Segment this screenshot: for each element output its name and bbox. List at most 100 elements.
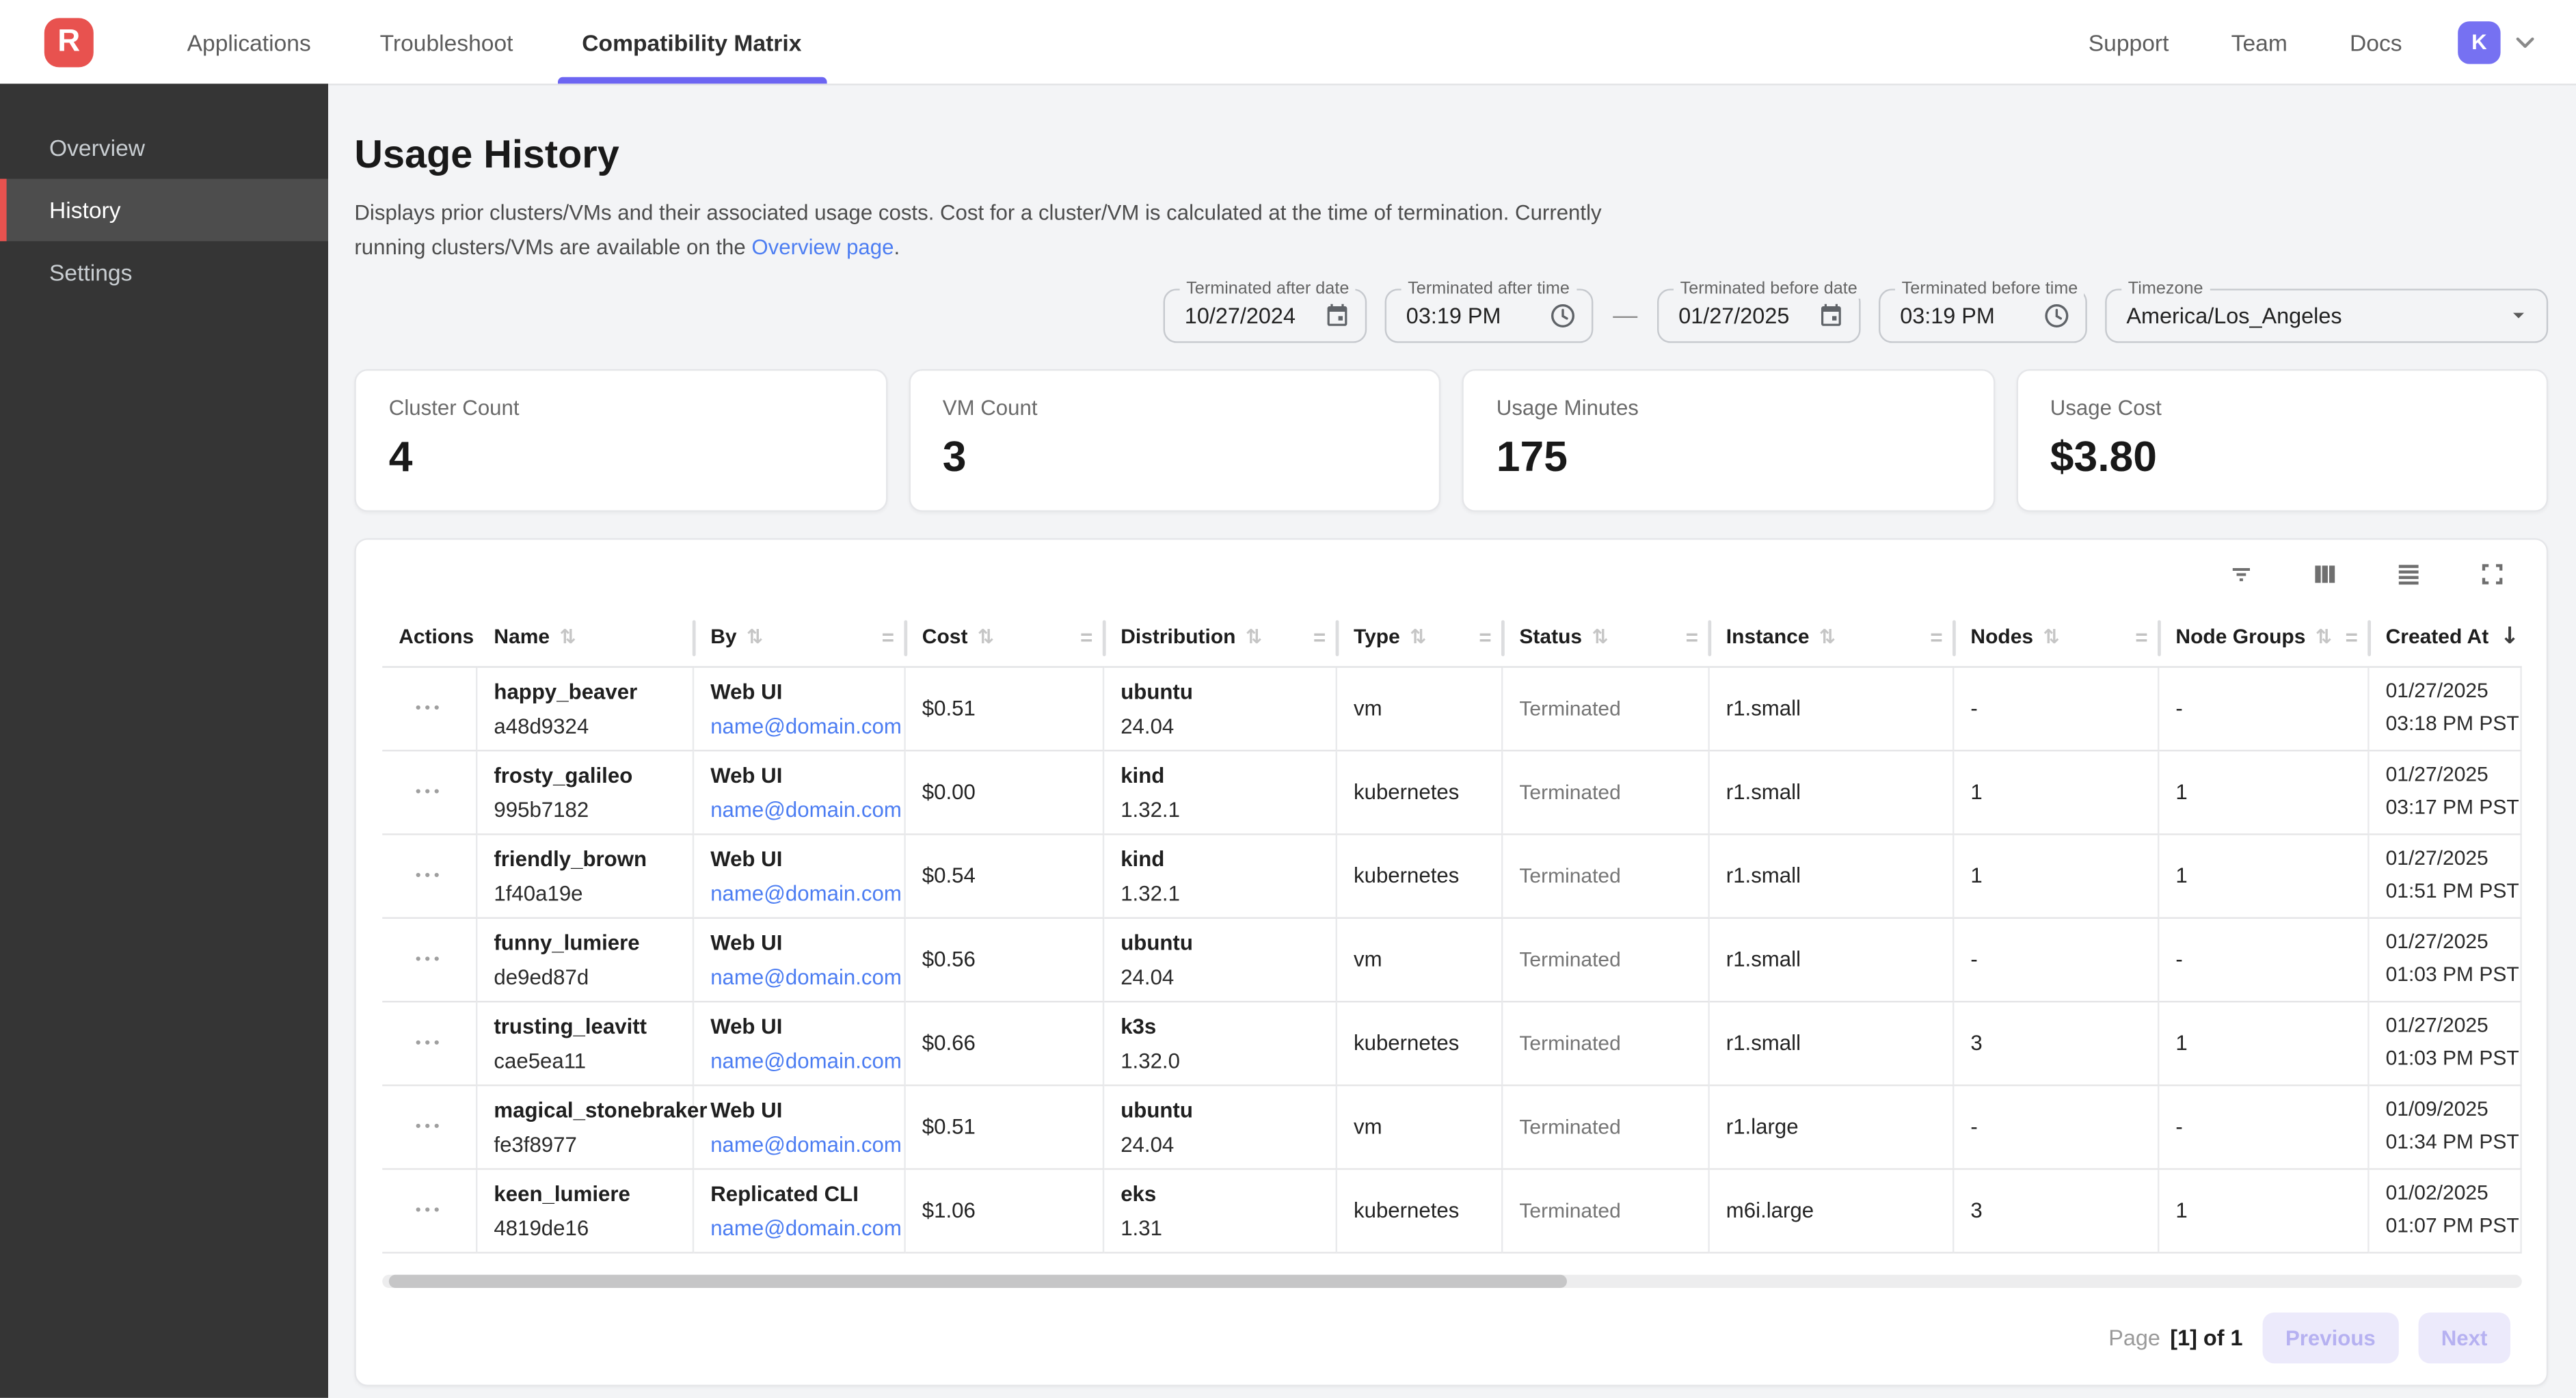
clock-icon[interactable]	[1549, 301, 1577, 330]
row-actions-button[interactable]: ●●●	[415, 1205, 443, 1215]
nav-link-team[interactable]: Team	[2231, 29, 2287, 55]
created-at-date: 01/02/2025	[2386, 1179, 2521, 1211]
created-by-email-link[interactable]: name@domain.com	[710, 796, 904, 821]
row-actions-button[interactable]: ●●●	[415, 1038, 443, 1047]
column-header-cost[interactable]: Cost⇅=	[906, 608, 1104, 667]
column-label: By	[710, 626, 736, 649]
row-actions-button[interactable]: ●●●	[415, 870, 443, 880]
row-actions-button[interactable]: ●●●	[415, 787, 443, 796]
row-actions-button[interactable]: ●●●	[415, 954, 443, 964]
cell-actions: ●●●	[382, 918, 477, 1002]
column-menu-handle-icon[interactable]: =	[1080, 624, 1092, 649]
column-header-type[interactable]: Type⇅=	[1337, 608, 1503, 667]
column-header-by[interactable]: By ⇅ =	[694, 608, 906, 667]
next-button[interactable]: Next	[2418, 1312, 2510, 1362]
dropdown-icon[interactable]	[2506, 302, 2532, 328]
column-label: Created At	[2386, 626, 2489, 649]
filter-terminated-after-date[interactable]: Terminated after date10/27/2024	[1164, 288, 1367, 342]
row-actions-button[interactable]: ●●●	[415, 1122, 443, 1131]
nav-link-support[interactable]: Support	[2089, 29, 2169, 55]
cell-nodes: -	[1954, 1086, 2159, 1169]
cell-cost: $0.00	[906, 751, 1104, 834]
table-row: ●●●frosty_galileo995b7182Web UIname@doma…	[382, 751, 2522, 834]
top-nav: R ApplicationsTroubleshootCompatibility …	[0, 0, 2576, 83]
tab-compatibility-matrix[interactable]: Compatibility Matrix	[548, 0, 836, 83]
column-header-nodes[interactable]: Nodes⇅=	[1954, 608, 2159, 667]
tab-applications[interactable]: Applications	[152, 0, 345, 83]
cluster-id: 995b7182	[494, 796, 692, 821]
sidebar-item-settings[interactable]: Settings	[0, 241, 328, 304]
created-by-email-link[interactable]: name@domain.com	[710, 1131, 904, 1156]
instance-value: r1.small	[1726, 779, 1953, 804]
chevron-down-icon[interactable]	[2510, 27, 2540, 57]
stat-label: Cluster Count	[389, 394, 853, 419]
column-menu-handle-icon[interactable]: =	[1313, 624, 1326, 649]
created-by-email-link[interactable]: name@domain.com	[710, 964, 904, 989]
sidebar-item-overview[interactable]: Overview	[0, 116, 328, 178]
clock-icon[interactable]	[2043, 301, 2071, 330]
horizontal-scrollbar-thumb[interactable]	[389, 1274, 1567, 1287]
column-menu-handle-icon[interactable]: =	[882, 624, 894, 649]
created-by-email-link[interactable]: name@domain.com	[710, 881, 904, 905]
filter-terminated-before-date[interactable]: Terminated before date01/27/2025	[1657, 288, 1861, 342]
cluster-id: cae5ea11	[494, 1048, 692, 1073]
stat-label: VM Count	[943, 394, 1406, 419]
filter-label: Terminated after date	[1180, 278, 1356, 298]
nav-link-docs[interactable]: Docs	[2350, 29, 2402, 55]
created-by-email-link[interactable]: name@domain.com	[710, 1048, 904, 1073]
fullscreen-icon[interactable]	[2478, 559, 2507, 588]
cell-instance: r1.large	[1710, 1086, 1955, 1169]
horizontal-scrollbar-track[interactable]	[382, 1274, 2522, 1287]
columns-icon[interactable]	[2310, 559, 2339, 588]
app-logo[interactable]: R	[44, 17, 94, 66]
cost-value: $0.51	[922, 1114, 1103, 1139]
column-header-node_groups[interactable]: Node Groups⇅=	[2159, 608, 2369, 667]
density-icon[interactable]	[2394, 559, 2424, 588]
column-header-status[interactable]: Status⇅=	[1503, 608, 1709, 667]
distribution-version: 1.31	[1121, 1215, 1335, 1239]
cell-created_at: 01/27/202503:17 PM PST	[2370, 751, 2522, 834]
table-row: ●●●friendly_brown1f40a19eWeb UIname@doma…	[382, 835, 2522, 918]
avatar[interactable]: K	[2458, 21, 2500, 63]
created-by-source: Web UI	[710, 679, 904, 703]
nodes-value: 1	[1970, 779, 2158, 804]
created-by-email-link[interactable]: name@domain.com	[710, 1215, 904, 1239]
node-groups-value: 1	[2175, 779, 2367, 804]
node-groups-value: -	[2175, 1114, 2367, 1139]
created-by-email-link[interactable]: name@domain.com	[710, 713, 904, 738]
overview-page-link[interactable]: Overview page	[751, 234, 894, 259]
filter-icon[interactable]	[2227, 559, 2256, 588]
column-label: Status	[1519, 626, 1582, 649]
column-header-name[interactable]: Name⇅	[477, 608, 694, 667]
cell-cost: $1.06	[906, 1169, 1104, 1252]
calendar-icon[interactable]	[1324, 302, 1350, 328]
filter-value: 10/27/2024	[1185, 303, 1296, 327]
calendar-icon[interactable]	[1818, 302, 1844, 328]
column-label: Instance	[1726, 626, 1810, 649]
cell-status: Terminated	[1503, 751, 1709, 834]
filter-terminated-after-time[interactable]: Terminated after time03:19 PM	[1385, 288, 1594, 342]
column-menu-handle-icon[interactable]: =	[1479, 624, 1491, 649]
cell-distribution: ubuntu24.04	[1104, 1086, 1337, 1169]
column-header-actions[interactable]: Actions	[382, 608, 477, 667]
nodes-value: -	[1970, 947, 2158, 971]
sort-icon: ⇅	[747, 626, 763, 649]
distribution-version: 1.32.1	[1121, 796, 1335, 821]
page-value: [1] of 1	[2170, 1325, 2242, 1349]
created-at-time: 01:07 PM PST	[2386, 1210, 2521, 1242]
filter-terminated-before-time[interactable]: Terminated before time03:19 PM	[1879, 288, 2087, 342]
previous-button[interactable]: Previous	[2262, 1312, 2398, 1362]
row-actions-button[interactable]: ●●●	[415, 703, 443, 713]
column-menu-handle-icon[interactable]: =	[1930, 624, 1942, 649]
column-header-instance[interactable]: Instance⇅=	[1710, 608, 1955, 667]
filter-timezone[interactable]: TimezoneAmerica/Los_Angeles	[2105, 288, 2548, 342]
column-menu-handle-icon[interactable]: =	[2135, 624, 2147, 649]
sort-icon: ⇅	[1246, 626, 1262, 649]
column-menu-handle-icon[interactable]: =	[2346, 624, 2358, 649]
tab-troubleshoot[interactable]: Troubleshoot	[345, 0, 548, 83]
column-header-distribution[interactable]: Distribution⇅=	[1104, 608, 1337, 667]
sidebar-item-history[interactable]: History	[0, 179, 328, 241]
column-header-created_at[interactable]: Created At↓	[2370, 608, 2522, 667]
page-title: Usage History	[354, 133, 2576, 178]
column-menu-handle-icon[interactable]: =	[1686, 624, 1698, 649]
